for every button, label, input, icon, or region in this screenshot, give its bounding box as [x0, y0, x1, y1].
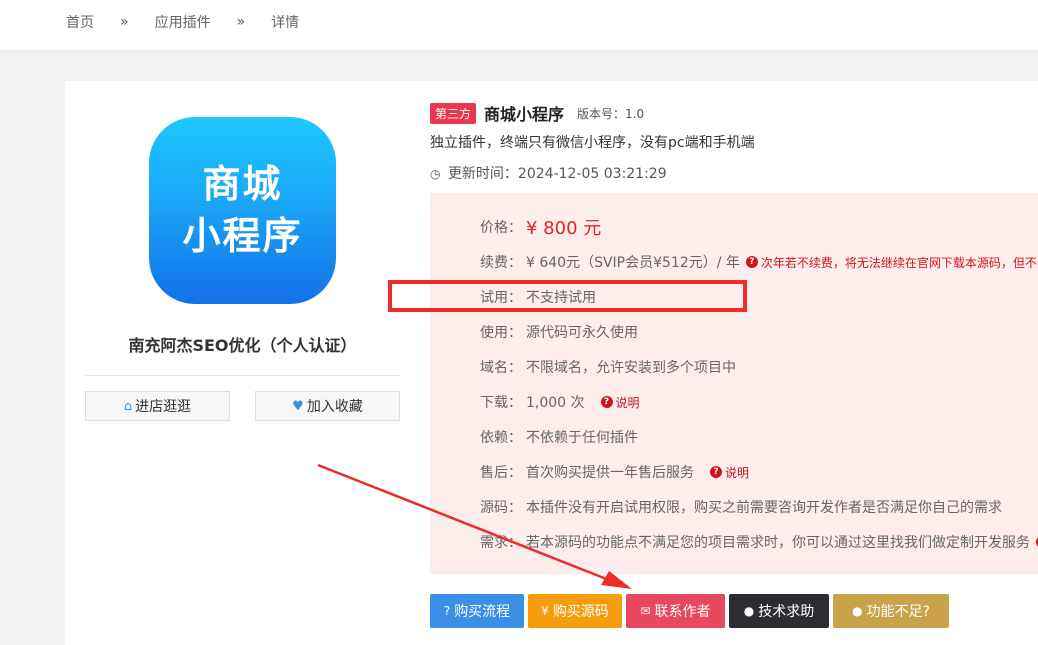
breadcrumb-home[interactable]: 首页 — [66, 12, 94, 32]
visit-shop-button[interactable]: ⌂ 进店逛逛 — [85, 391, 230, 421]
feature-lacking-label: 功能不足? — [866, 604, 930, 620]
question-icon: ? — [600, 396, 613, 408]
aftersale-explain-text: 说明 — [725, 465, 750, 480]
buy-source-label: 购买源码 — [552, 604, 609, 620]
tech-support-button[interactable]: ● 技术求助 — [729, 594, 829, 628]
product-title: 商城小程序 — [484, 105, 565, 124]
depend-value: 不依赖于任何插件 — [526, 430, 638, 446]
price-label: 价格： — [480, 220, 522, 236]
breadcrumb: 首页 » 应用插件 » 详情 — [66, 12, 299, 32]
feature-lacking-button[interactable]: ● 功能不足? — [833, 594, 949, 628]
need-label: 需求： — [480, 535, 522, 551]
contact-author-button[interactable]: ✉ 联系作者 — [626, 594, 725, 628]
depend-label: 依赖： — [480, 430, 522, 446]
domain-label: 域名： — [480, 360, 522, 376]
need-value: 若本源码的功能点不满足您的项目需求时，你可以通过这里找我们做定制开发服务 — [526, 535, 1030, 551]
source-label: 源码： — [480, 500, 522, 516]
depend-row: 依赖： 不依赖于任何插件 — [480, 427, 638, 447]
download-row: 下载： 1,000 次 ? 说明 — [480, 392, 640, 412]
download-label: 下载： — [480, 395, 522, 411]
divider — [85, 375, 400, 376]
update-time: ◷ 更新时间：2024-12-05 03:21:29 — [430, 163, 667, 183]
price-row: 价格： ¥ 800 元 — [480, 214, 601, 240]
aftersale-value: 首次购买提供一年售后服务 — [526, 465, 694, 481]
renew-warning: ? 次年若不续费，将无法继续在官网下载本源码，但不影 — [745, 254, 1038, 271]
renew-label: 续费： — [480, 255, 522, 271]
clock-icon: ◷ — [430, 167, 441, 181]
download-explain-text: 说明 — [615, 395, 640, 410]
domain-value: 不限域名，允许安装到多个项目中 — [526, 360, 736, 376]
download-explain-link[interactable]: ? 说明 — [600, 394, 640, 411]
heart-icon: ♥ — [292, 398, 304, 414]
purchase-process-button[interactable]: ? 购买流程 — [430, 594, 524, 628]
author-name[interactable]: 南充阿杰SEO优化（个人认证） — [85, 332, 400, 356]
update-time-text: 更新时间：2024-12-05 03:21:29 — [447, 166, 667, 182]
price-details-box: 价格： ¥ 800 元 续费： ¥ 640元（SVIP会员¥512元）/ 年 ?… — [430, 193, 1038, 574]
breadcrumb-separator: » — [236, 14, 246, 30]
breadcrumb-separator: » — [120, 14, 129, 30]
aftersale-explain-link[interactable]: ? 说明 — [710, 464, 749, 481]
logo-line-1: 商城 — [202, 162, 283, 207]
contact-author-label: 联系作者 — [654, 604, 711, 620]
source-value: 本插件没有开启试用权限，购买之前需要咨询开发作者是否满足你自己的需求 — [526, 500, 1002, 516]
visit-shop-label: 进店逛逛 — [135, 399, 192, 415]
renew-row: 续费： ¥ 640元（SVIP会员¥512元）/ 年 ? 次年若不续费，将无法继… — [480, 252, 1038, 272]
chat-icon: ● — [743, 604, 755, 618]
download-value: 1,000 次 — [526, 395, 585, 411]
aftersale-row: 售后： 首次购买提供一年售后服务 ? 说明 — [480, 462, 749, 482]
tech-support-label: 技术求助 — [758, 604, 815, 620]
chat-icon: ● — [852, 604, 863, 618]
purchase-process-label: 购买流程 — [454, 604, 511, 620]
use-label: 使用： — [480, 325, 522, 341]
source-row: 源码： 本插件没有开启试用权限，购买之前需要咨询开发作者是否满足你自己的需求 — [480, 497, 1002, 517]
product-description: 独立插件，终端只有微信小程序，没有pc端和手机端 — [430, 135, 755, 151]
renew-value: ¥ 640元（SVIP会员¥512元）/ 年 — [526, 255, 740, 271]
home-icon: ⌂ — [123, 398, 133, 414]
use-value: 源代码可永久使用 — [526, 325, 638, 341]
question-icon: ? — [745, 256, 758, 268]
add-favorite-label: 加入收藏 — [306, 399, 363, 415]
buy-source-button[interactable]: ¥ 购买源码 — [528, 594, 622, 628]
third-party-badge: 第三方 — [430, 102, 477, 124]
product-logo: 商城 小程序 — [149, 117, 336, 304]
domain-row: 域名： 不限域名，允许安装到多个项目中 — [480, 357, 736, 377]
question-icon: ? — [443, 604, 451, 618]
renew-warning-text: 次年若不续费，将无法继续在官网下载本源码，但不影 — [760, 255, 1038, 270]
aftersale-label: 售后： — [480, 465, 522, 481]
use-row: 使用： 源代码可永久使用 — [480, 322, 638, 342]
annotation-highlight-box — [388, 280, 747, 312]
logo-line-2: 小程序 — [182, 213, 303, 258]
need-row: 需求： 若本源码的功能点不满足您的项目需求时，你可以通过这里找我们做定制开发服务… — [480, 532, 1038, 552]
breadcrumb-detail: 详情 — [271, 15, 300, 31]
add-favorite-button[interactable]: ♥ 加入收藏 — [255, 391, 400, 421]
product-version: 版本号：1.0 — [577, 106, 645, 121]
envelope-icon: ✉ — [640, 604, 651, 618]
price-value: ¥ 800 元 — [526, 218, 602, 239]
top-bar: 首页 » 应用插件 » 详情 — [0, 0, 1038, 50]
product-title-row: 第三方 商城小程序 版本号：1.0 — [430, 101, 644, 125]
question-icon: ? — [710, 466, 722, 478]
yen-icon: ¥ — [541, 604, 549, 618]
breadcrumb-plugins[interactable]: 应用插件 — [155, 12, 211, 32]
